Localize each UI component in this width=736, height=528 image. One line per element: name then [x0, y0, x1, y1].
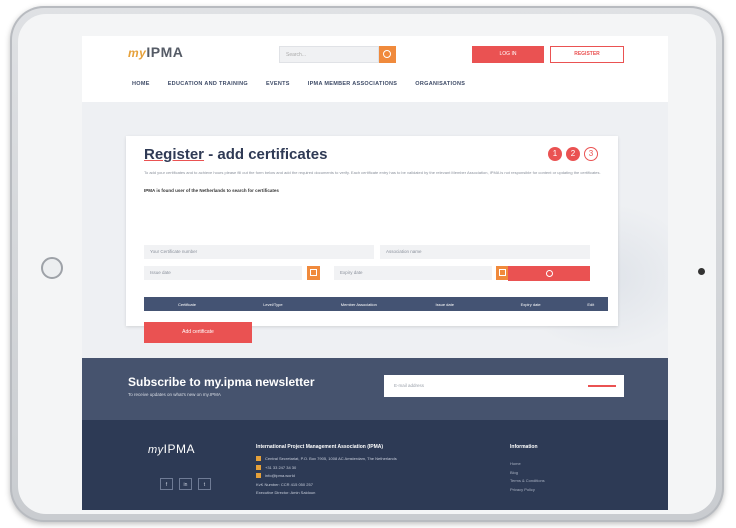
- mail-icon: [256, 473, 261, 479]
- logo-prefix: my: [128, 46, 147, 60]
- site-footer: myIPMA f in t International Project Mana…: [82, 420, 668, 510]
- footer-logo-prefix: my: [148, 444, 164, 456]
- login-button[interactable]: LOG IN: [472, 46, 544, 63]
- logo-main: IPMA: [146, 44, 184, 60]
- site-header: myIPMA Search... LOG IN REGISTER HOME ED…: [82, 36, 668, 103]
- org-phone: +31 33 247 34 30: [256, 464, 397, 473]
- search-icon: [383, 50, 391, 58]
- info-link-home[interactable]: Home: [510, 460, 545, 469]
- org-email-text: info@ipma.world: [265, 473, 295, 478]
- org-email[interactable]: info@ipma.world: [256, 472, 397, 481]
- facebook-icon[interactable]: f: [160, 478, 173, 490]
- location-icon: [256, 456, 261, 462]
- step-2-icon[interactable]: 2: [566, 147, 580, 161]
- newsletter-email-input[interactable]: E-mail address: [384, 375, 624, 397]
- info-link-blog[interactable]: Blog: [510, 469, 545, 478]
- search-input[interactable]: Search...: [279, 46, 379, 63]
- footer-logo-main: IPMA: [163, 442, 196, 456]
- org-address: Central Secretariat, P.O. Box 7905, 1008…: [256, 455, 397, 464]
- step-3-icon[interactable]: 3: [584, 147, 598, 161]
- expiry-date-field[interactable]: Expiry date: [334, 266, 492, 280]
- newsletter-email-placeholder: E-mail address: [394, 383, 425, 388]
- information-links: Home Blog Terms & Conditions Privacy Pol…: [510, 460, 545, 494]
- nav-organisations[interactable]: ORGANISATIONS: [415, 81, 465, 87]
- col-expiry-date: Expiry date: [520, 301, 541, 307]
- camera-icon: [698, 268, 705, 275]
- footer-logo[interactable]: myIPMA: [148, 442, 195, 456]
- phone-icon: [256, 464, 261, 470]
- description-strong: IPMA is found user of the Netherlands to…: [144, 188, 279, 193]
- col-level: Level/Type: [263, 301, 283, 307]
- site-logo[interactable]: myIPMA: [128, 44, 183, 60]
- certificate-number-field[interactable]: Your Certificate number: [144, 245, 374, 259]
- nav-events[interactable]: EVENTS: [266, 81, 290, 87]
- issue-date-field[interactable]: Issue date: [144, 266, 302, 280]
- title-rest: - add certificates: [204, 146, 328, 163]
- certificates-table-header: Certificate Level/Type Member Associatio…: [144, 297, 608, 311]
- page-title: Register - add certificates: [144, 146, 327, 163]
- col-member-association: Member Association: [340, 301, 377, 307]
- description-text: To add your certificates and to achieve …: [144, 170, 601, 175]
- nav-home[interactable]: HOME: [132, 81, 150, 87]
- nav-member-associations[interactable]: IPMA MEMBER ASSOCIATIONS: [308, 81, 398, 87]
- tablet-screen: myIPMA Search... LOG IN REGISTER HOME ED…: [82, 36, 668, 510]
- org-director: Executive Director: Amin Saidoun: [256, 490, 316, 495]
- main-nav: HOME EDUCATION AND TRAINING EVENTS IPMA …: [132, 81, 465, 87]
- certificate-search-button[interactable]: [508, 266, 590, 281]
- col-edit: Edit: [587, 301, 595, 307]
- issue-date-calendar-icon[interactable]: [307, 266, 320, 280]
- col-certificate: Certificate: [177, 301, 196, 307]
- information-title: Information: [510, 444, 538, 450]
- organisation-details: Central Secretariat, P.O. Box 7905, 1008…: [256, 455, 397, 498]
- add-certificate-button[interactable]: Add certificate: [144, 322, 252, 343]
- organisation-title: International Project Management Associa…: [256, 444, 384, 450]
- social-links: f in t: [160, 478, 211, 490]
- register-card: Register - add certificates 1 2 3 To add…: [126, 136, 618, 343]
- search-icon: [546, 270, 553, 277]
- org-kvk: KvK Number: CCR 415 050 257: [256, 481, 313, 487]
- step-1-icon[interactable]: 1: [548, 147, 562, 161]
- twitter-icon[interactable]: t: [198, 478, 211, 490]
- search-button[interactable]: [379, 46, 396, 63]
- member-association-field[interactable]: Association name: [380, 245, 590, 259]
- col-issue-date: Issue date: [435, 301, 454, 307]
- org-phone-text: +31 33 247 34 30: [265, 464, 297, 470]
- linkedin-icon[interactable]: in: [179, 478, 192, 490]
- newsletter-submit-button[interactable]: [588, 385, 616, 387]
- title-register: Register: [144, 146, 205, 163]
- info-link-terms[interactable]: Terms & Conditions: [510, 477, 545, 486]
- step-indicator: 1 2 3: [548, 147, 598, 161]
- org-address-text: Central Secretariat, P.O. Box 7905, 1008…: [265, 456, 397, 461]
- newsletter-title: Subscribe to my.ipma newsletter: [128, 375, 315, 389]
- nav-education[interactable]: EDUCATION AND TRAINING: [168, 81, 248, 87]
- home-button-icon[interactable]: [41, 257, 63, 279]
- newsletter-section: Subscribe to my.ipma newsletter To recei…: [82, 358, 668, 420]
- newsletter-subtitle: To receive updates on what's new on my.I…: [128, 392, 221, 397]
- info-link-privacy[interactable]: Privacy Policy: [510, 486, 545, 495]
- register-button[interactable]: REGISTER: [550, 46, 624, 63]
- main-content: Register - add certificates 1 2 3 To add…: [82, 102, 668, 358]
